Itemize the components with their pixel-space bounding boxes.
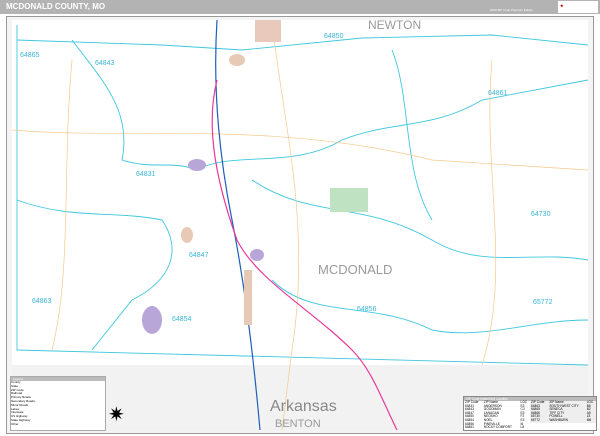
index-cell: 64861 — [465, 425, 474, 430]
index-cell: WASHBURN — [549, 417, 568, 422]
zip-label: 64863 — [32, 298, 52, 305]
legend-item: Other — [11, 421, 19, 426]
index-cell: ROCKY COMFORT — [483, 425, 512, 430]
index-table-left: ZIP Code ZIP Name LOC 64831 ANDERSON E3 64843 G… — [464, 400, 530, 430]
state-label-arkansas: Arkansas — [270, 398, 337, 415]
legend: Legend County State ZIP Code Railroad Primar… — [10, 376, 106, 431]
compass-rose-icon: ✷ — [108, 404, 125, 426]
index-cell: L8 — [520, 425, 525, 430]
edition-label: 2020 ZIP Code Premium Edition — [490, 8, 533, 12]
county-label-newton: NEWTON — [368, 18, 422, 32]
zip-label: 64861 — [488, 90, 508, 97]
map-title: MCDONALD COUNTY, MO — [6, 2, 106, 11]
table-row: 64861 ROCKY COMFORT L8 — [464, 426, 530, 430]
county-label-benton: BENTON — [275, 418, 321, 430]
zip-label: 64730 — [531, 211, 551, 218]
index-table-right: ZIP Code ZIP Name LOC 64863 SOUTH WEST CITY B… — [530, 400, 596, 423]
index-cell: M6 — [586, 417, 592, 422]
zip-label: 64856 — [357, 306, 377, 313]
county-label-mcdonald: MCDONALD — [318, 262, 393, 277]
table-row: 65772 WASHBURN M6 — [530, 417, 596, 423]
map-canvas[interactable] — [12, 20, 588, 430]
index-cell: 65772 — [531, 417, 540, 422]
zip-label: 64847 — [189, 252, 209, 259]
zip-label: 64865 — [20, 52, 40, 59]
zip-label: 64854 — [172, 316, 192, 323]
zip-label: 64850 — [324, 33, 344, 40]
county-area — [12, 20, 588, 365]
zip-label: 64831 — [136, 171, 156, 178]
header-bar: MCDONALD COUNTY, MO 2020 ZIP Code Premiu… — [0, 0, 600, 14]
logo: ★ — [558, 1, 598, 13]
zip-label: 64843 — [95, 60, 115, 67]
zip-index-table: ZIP Code Index/Grid Location ZIP Code ZIP… — [463, 396, 597, 431]
zip-label: 65772 — [533, 299, 553, 306]
